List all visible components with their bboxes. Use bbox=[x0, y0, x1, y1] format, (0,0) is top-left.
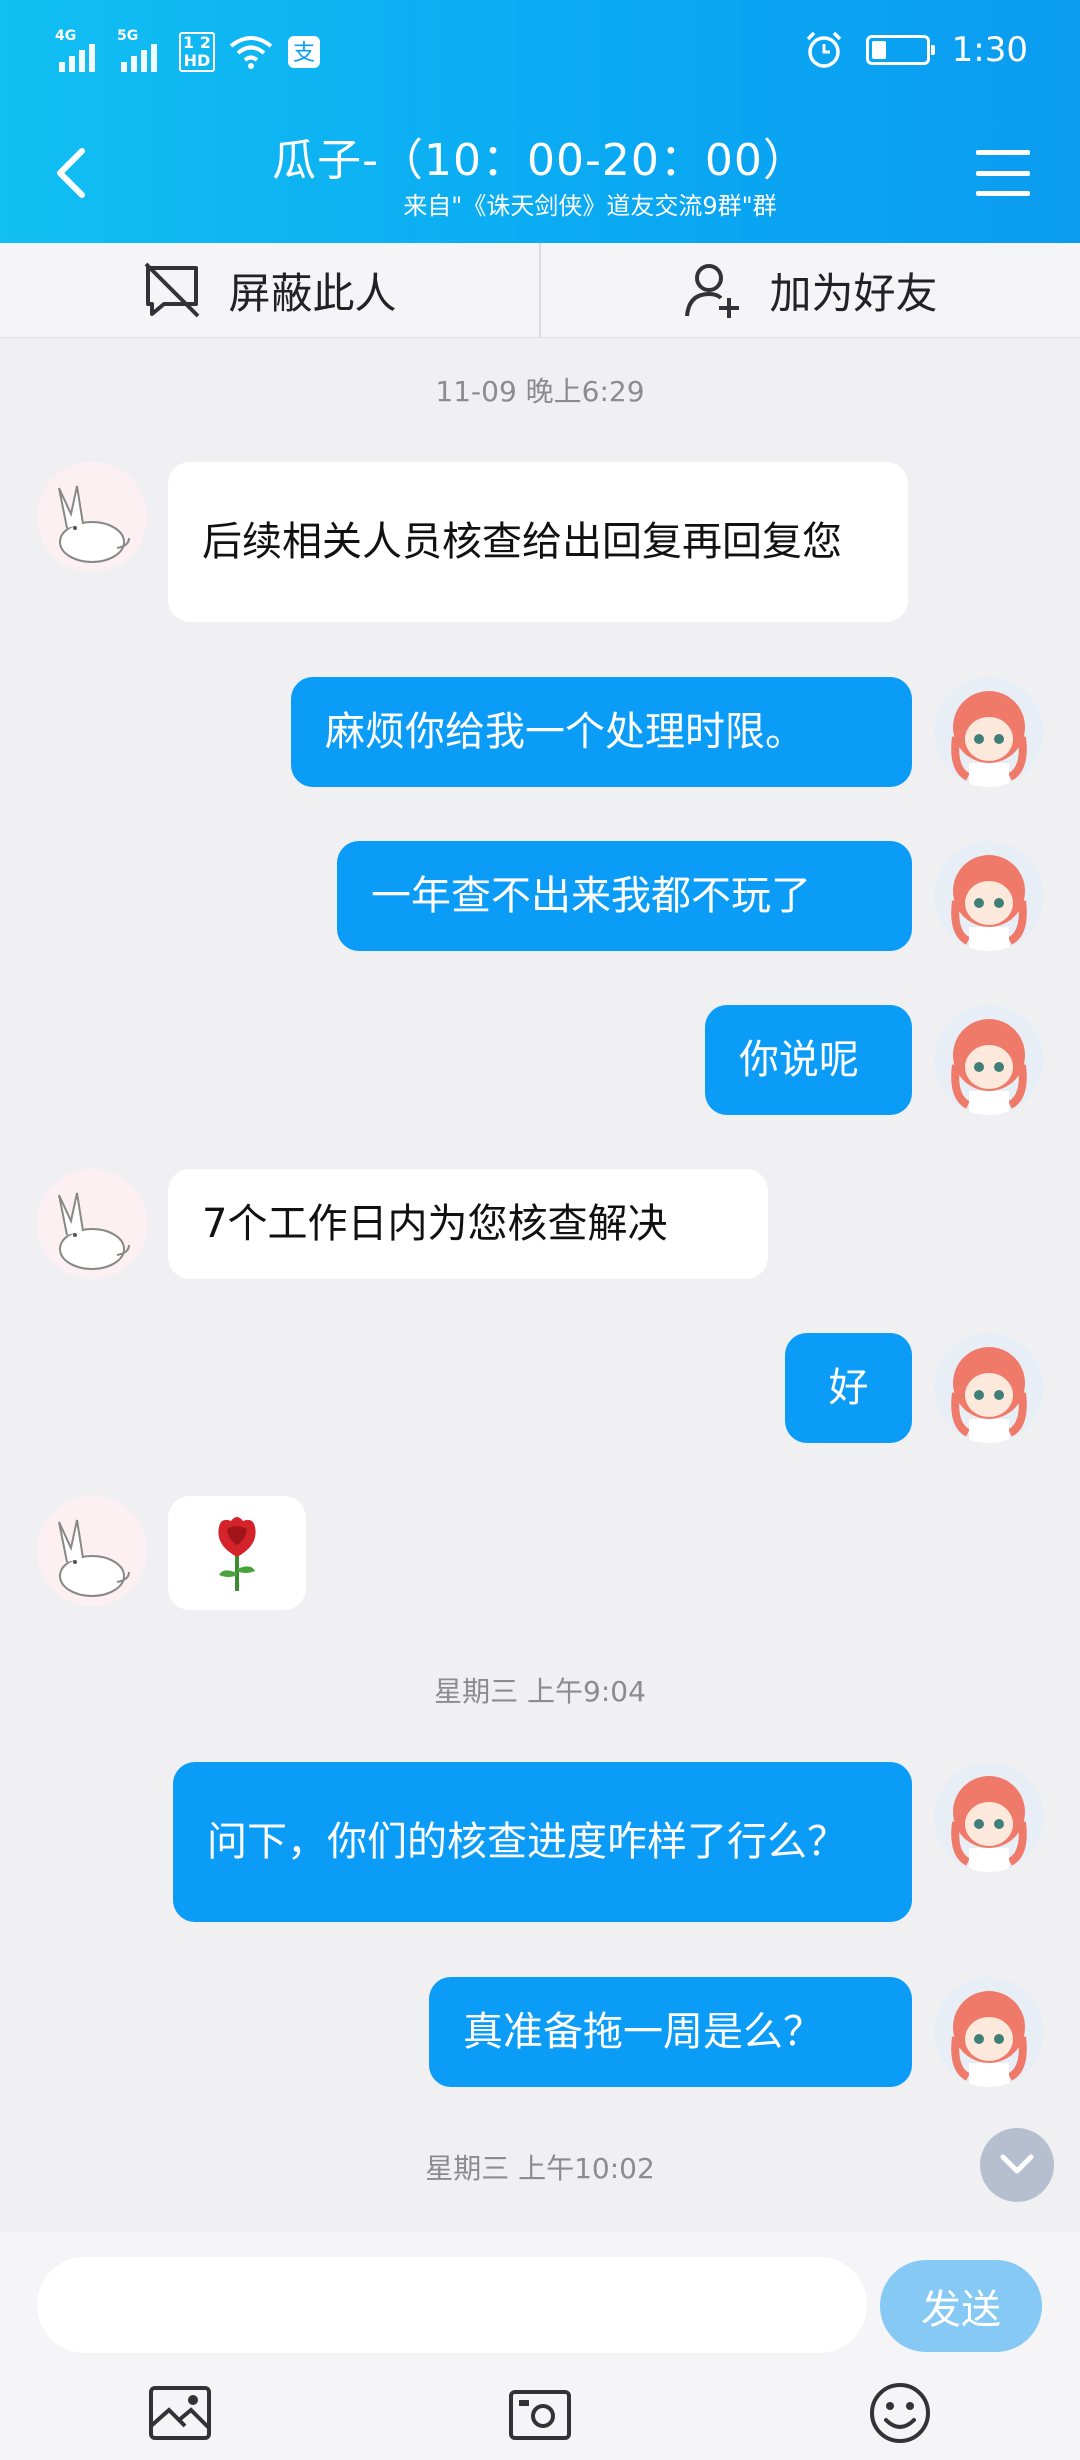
scroll-to-bottom-button[interactable] bbox=[980, 2128, 1054, 2202]
menu-button[interactable] bbox=[976, 150, 1030, 196]
avatar[interactable] bbox=[934, 677, 1044, 787]
block-user-button[interactable]: 屏蔽此人 bbox=[0, 243, 539, 337]
camera-button[interactable] bbox=[505, 2380, 575, 2446]
avatar[interactable] bbox=[37, 462, 147, 572]
rabbit-avatar-icon bbox=[37, 1496, 147, 1606]
alarm-icon bbox=[806, 31, 841, 68]
status-left: 4G 5G 1 2 HD 支 bbox=[55, 28, 321, 72]
outgoing-message[interactable]: 麻烦你给我一个处理时限。 bbox=[291, 677, 912, 787]
block-icon bbox=[145, 262, 200, 318]
avatar[interactable] bbox=[934, 1005, 1044, 1115]
back-button[interactable] bbox=[50, 145, 100, 205]
signal-5g-icon: 5G bbox=[117, 28, 165, 72]
anime-avatar-icon bbox=[934, 677, 1044, 787]
outgoing-message[interactable]: 真准备拖一周是么？ bbox=[429, 1977, 912, 2087]
chat-header: 4G 5G 1 2 HD 支 1:30 瓜子-（10：00-20：00） 来自"… bbox=[0, 0, 1080, 243]
page-title: 瓜子-（10：00-20：00） bbox=[272, 135, 808, 186]
block-user-label: 屏蔽此人 bbox=[228, 268, 397, 318]
send-button[interactable]: 发送 bbox=[880, 2260, 1042, 2352]
svg-text:支: 支 bbox=[293, 41, 315, 66]
action-bar: 屏蔽此人 加为好友 bbox=[0, 243, 1080, 338]
anime-avatar-icon bbox=[934, 1977, 1044, 2087]
rose-emoji-icon bbox=[218, 1517, 256, 1591]
avatar[interactable] bbox=[934, 1762, 1044, 1872]
image-icon bbox=[149, 2386, 211, 2440]
chevron-down-icon bbox=[1000, 2154, 1034, 2174]
timestamp: 星期三 上午9:04 bbox=[434, 1675, 646, 1708]
camera-icon bbox=[509, 2390, 571, 2440]
menu-line bbox=[976, 150, 1030, 155]
image-button[interactable] bbox=[145, 2380, 215, 2446]
signal2-label: 5G bbox=[117, 28, 139, 44]
status-bar: 4G 5G 1 2 HD 支 1:30 bbox=[0, 0, 1080, 110]
add-user-icon bbox=[685, 264, 740, 318]
emoji-icon bbox=[870, 2383, 930, 2443]
title-area: 瓜子-（10：00-20：00） 来自"《诛天剑侠》道友交流9群"群 bbox=[120, 133, 960, 221]
input-bar: 发送 bbox=[0, 2232, 1080, 2460]
outgoing-message[interactable]: 问下，你们的核查进度咋样了行么？ bbox=[173, 1762, 912, 1922]
signal1-label: 4G bbox=[55, 28, 77, 44]
incoming-message[interactable]: 后续相关人员核查给出回复再回复您 bbox=[168, 462, 908, 622]
signal-4g-icon: 4G bbox=[55, 28, 103, 72]
battery-icon bbox=[865, 35, 935, 65]
rabbit-avatar-icon bbox=[37, 1169, 147, 1279]
avatar[interactable] bbox=[934, 1977, 1044, 2087]
anime-avatar-icon bbox=[934, 1762, 1044, 1872]
add-friend-label: 加为好友 bbox=[769, 268, 938, 318]
incoming-message[interactable] bbox=[168, 1496, 306, 1610]
status-right: 1:30 bbox=[804, 30, 1028, 70]
alipay-icon: 支 bbox=[287, 36, 320, 68]
avatar[interactable] bbox=[37, 1169, 147, 1279]
avatar[interactable] bbox=[934, 841, 1044, 951]
hd-icon: 1 2 HD bbox=[179, 32, 215, 72]
emoji-button[interactable] bbox=[865, 2380, 935, 2446]
avatar[interactable] bbox=[37, 1496, 147, 1606]
incoming-message[interactable]: 7个工作日内为您核查解决 bbox=[168, 1169, 768, 1279]
avatar[interactable] bbox=[934, 1333, 1044, 1443]
outgoing-message[interactable]: 一年查不出来我都不玩了 bbox=[337, 841, 912, 951]
rabbit-avatar-icon bbox=[37, 462, 147, 572]
add-friend-button[interactable]: 加为好友 bbox=[539, 243, 1080, 337]
wifi-icon bbox=[229, 36, 273, 69]
anime-avatar-icon bbox=[934, 1333, 1044, 1443]
hd-top: 1 2 bbox=[183, 33, 211, 52]
timestamp: 11-09 晚上6:29 bbox=[435, 375, 645, 408]
timestamp: 星期三 上午10:02 bbox=[425, 2152, 655, 2185]
message-input[interactable] bbox=[37, 2257, 867, 2353]
menu-line bbox=[976, 170, 1030, 176]
outgoing-message[interactable]: 你说呢 bbox=[705, 1005, 912, 1115]
outgoing-message[interactable]: 好 bbox=[785, 1333, 912, 1443]
anime-avatar-icon bbox=[934, 841, 1044, 951]
chevron-left-icon bbox=[57, 148, 85, 198]
status-time: 1:30 bbox=[951, 30, 1028, 70]
page-subtitle: 来自"《诛天剑侠》道友交流9群"群 bbox=[403, 192, 777, 220]
hd-bottom: HD bbox=[183, 51, 211, 70]
anime-avatar-icon bbox=[934, 1005, 1044, 1115]
menu-line bbox=[976, 191, 1030, 196]
